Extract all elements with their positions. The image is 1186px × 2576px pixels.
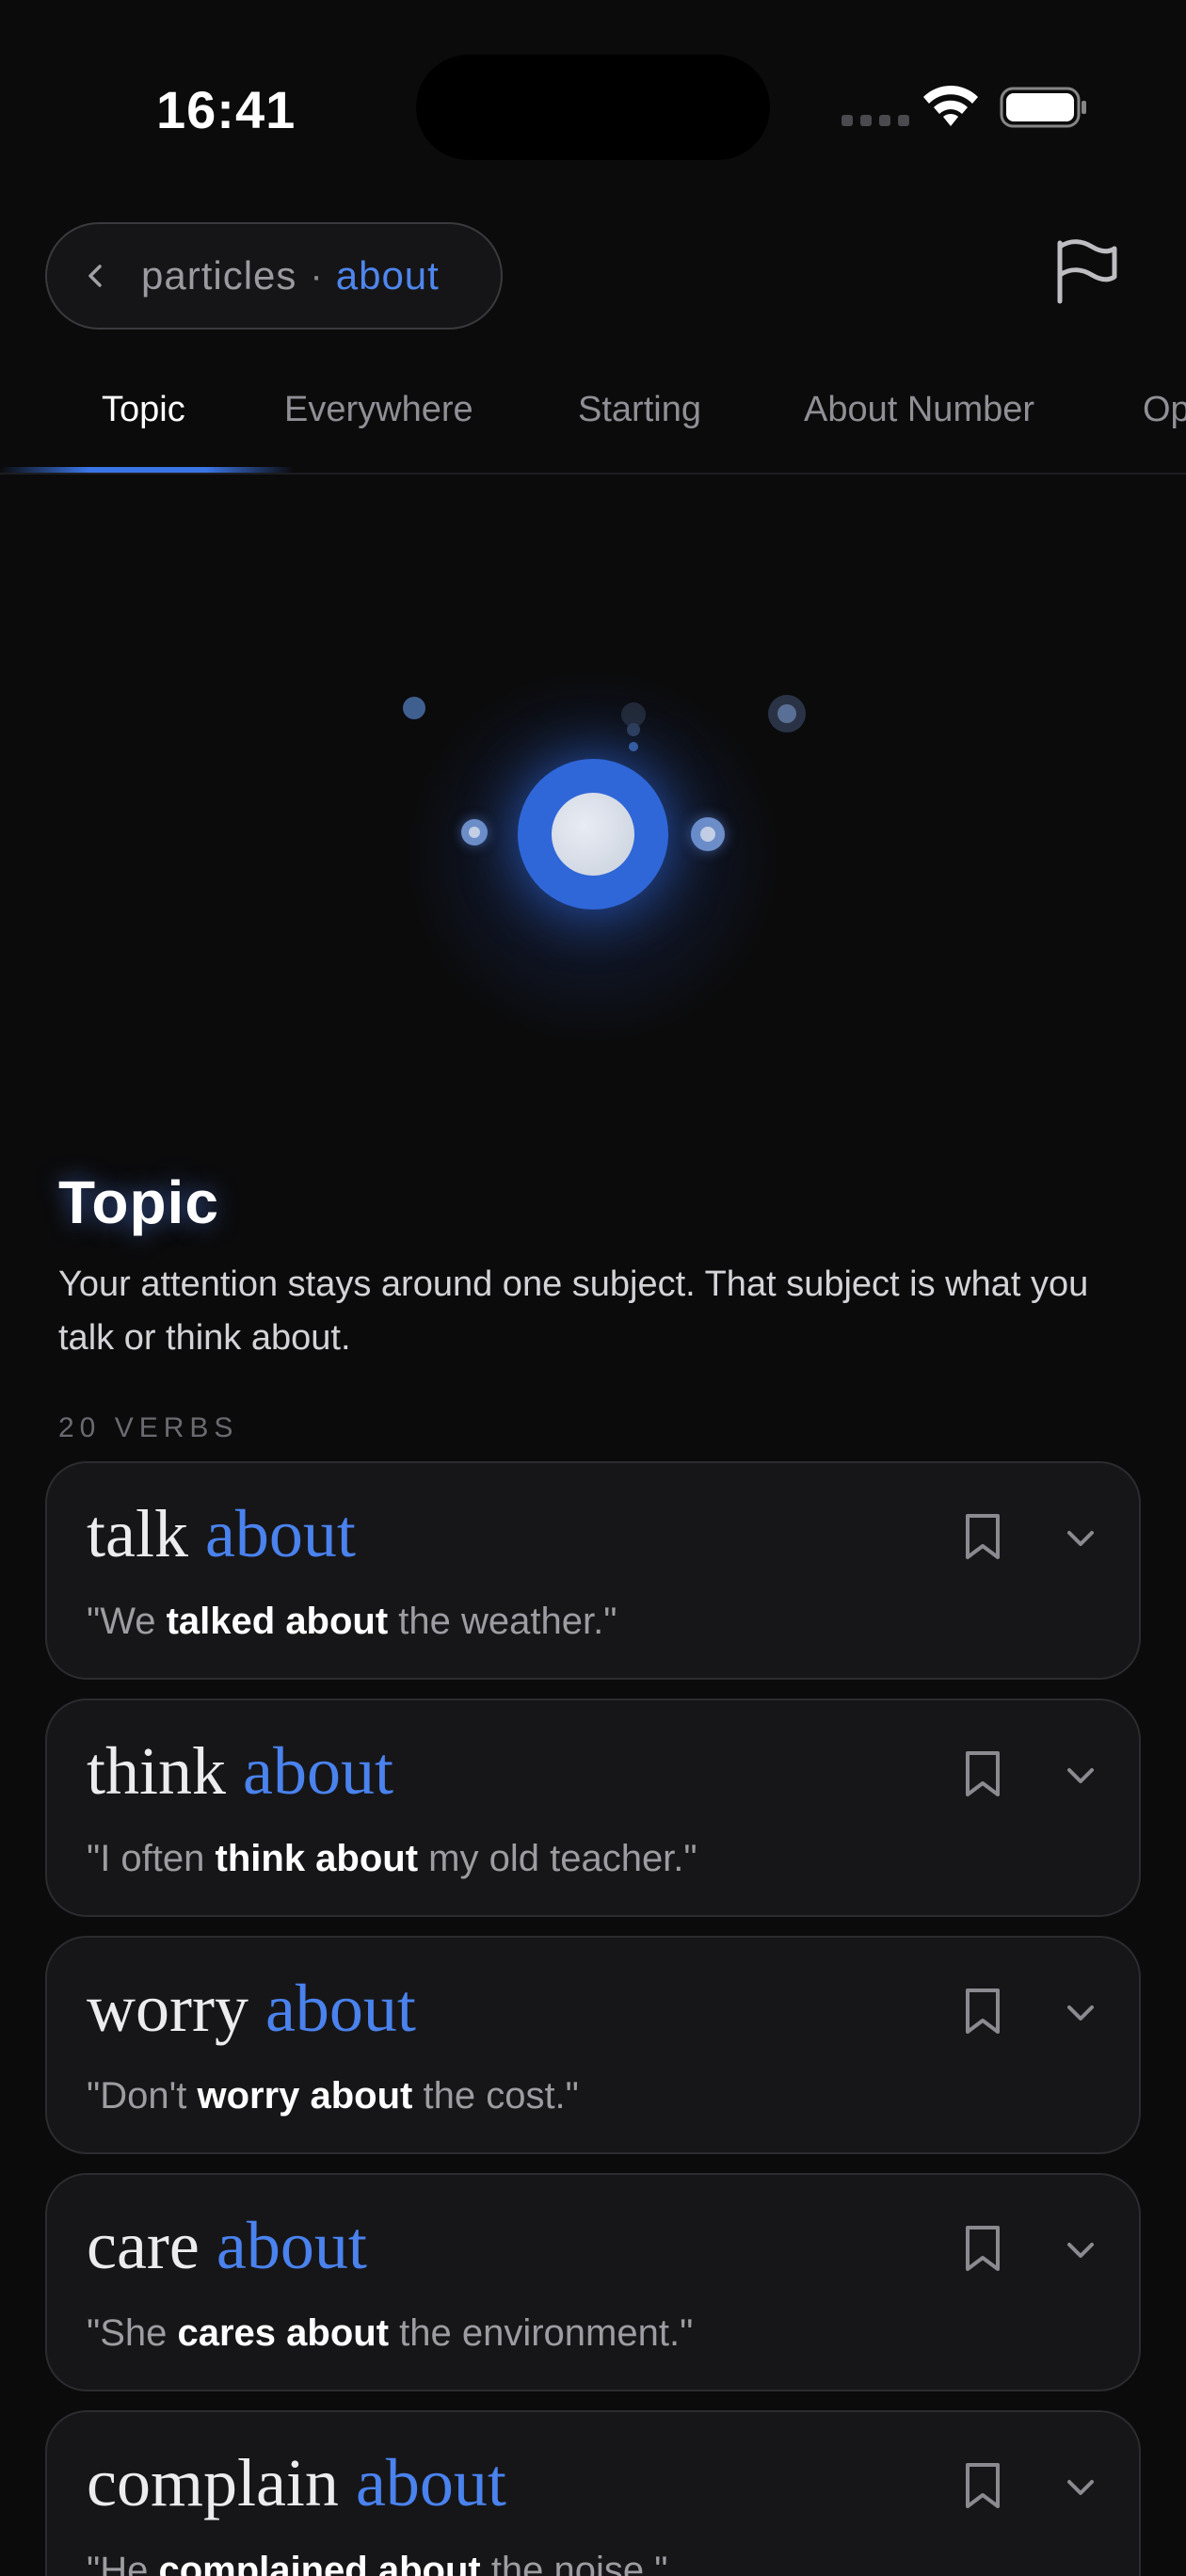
- example-text: the noise.": [480, 2550, 668, 2576]
- section-description: Your attention stays around one subject.…: [58, 1264, 1089, 1358]
- orbit-particle: [469, 827, 480, 838]
- example-sentence: "She cares about the environment.": [87, 2312, 693, 2355]
- verb-card[interactable]: worry about "Don't worry about the cost.…: [45, 1936, 1141, 2154]
- example-text: "Don't: [87, 2075, 198, 2117]
- particle-word: about: [243, 1733, 393, 1809]
- tab-bar: Topic Everywhere Starting About Number O…: [0, 377, 1186, 475]
- particle-word: about: [204, 1496, 356, 1571]
- orbit-particle: [629, 742, 638, 751]
- dynamic-island: [416, 55, 770, 160]
- orbit-particle: [627, 723, 640, 736]
- tab-starting[interactable]: Starting: [578, 390, 701, 430]
- breadcrumb-current: about: [335, 253, 440, 298]
- example-text: the cost.": [412, 2075, 579, 2117]
- verb-word: care: [87, 2208, 200, 2283]
- tab-op[interactable]: Op: [1143, 390, 1186, 430]
- wifi-icon: [923, 85, 978, 126]
- chevron-down-icon[interactable]: [1066, 1527, 1096, 1550]
- example-highlight: worry about: [197, 2075, 413, 2117]
- example-text: my old teacher.": [418, 1838, 697, 1879]
- section-title: Topic: [58, 1168, 219, 1236]
- chevron-left-icon: [88, 265, 102, 287]
- verb-card[interactable]: complain about "He complained about the …: [45, 2410, 1141, 2576]
- battery-icon: [1000, 87, 1086, 128]
- tab-topic[interactable]: Topic: [102, 390, 185, 430]
- orbit-particle: [777, 704, 796, 723]
- active-tab-indicator: [0, 467, 294, 473]
- verb-word: think: [87, 1733, 227, 1809]
- cellular-signal-icon: [841, 115, 909, 126]
- example-text: "He: [87, 2550, 159, 2576]
- app-screen: 16:41 particles · about Topic Everywhere…: [0, 0, 1186, 2576]
- verb-word: talk: [87, 1496, 188, 1571]
- breadcrumb-back-button[interactable]: particles · about: [45, 222, 503, 330]
- verb-phrase: care about: [87, 2207, 367, 2285]
- verb-phrase: think about: [87, 1732, 393, 1811]
- example-text: "We: [87, 1601, 167, 1642]
- verb-word: worry: [87, 1971, 248, 2046]
- status-time: 16:41: [156, 80, 296, 139]
- example-highlight: complained about: [158, 2550, 481, 2576]
- example-sentence: "We talked about the weather.": [87, 1601, 617, 1643]
- topic-illustration: [0, 527, 1186, 1130]
- example-sentence: "I often think about my old teacher.": [87, 1838, 697, 1880]
- verb-card[interactable]: think about "I often think about my old …: [45, 1699, 1141, 1917]
- verb-phrase: talk about: [87, 1495, 356, 1573]
- example-text: the weather.": [388, 1601, 617, 1642]
- particle-word: about: [216, 2208, 367, 2283]
- verb-phrase: complain about: [87, 2444, 506, 2522]
- example-sentence: "He complained about the noise.": [87, 2550, 667, 2576]
- particle-word: about: [355, 2445, 506, 2520]
- breadcrumb-separator: ·: [310, 254, 323, 297]
- bookmark-icon[interactable]: [964, 1749, 1002, 1798]
- chevron-down-icon[interactable]: [1066, 2239, 1096, 2262]
- example-sentence: "Don't worry about the cost.": [87, 2075, 579, 2117]
- verb-count-label: 20 VERBS: [58, 1412, 239, 1443]
- bookmark-icon[interactable]: [964, 2461, 1002, 2510]
- example-highlight: talked about: [166, 1601, 389, 1642]
- chevron-down-icon[interactable]: [1066, 2002, 1096, 2024]
- chevron-down-icon[interactable]: [1066, 2476, 1096, 2499]
- tab-about-number[interactable]: About Number: [804, 390, 1034, 430]
- status-bar: 16:41: [0, 0, 1186, 188]
- breadcrumb-parent: particles: [141, 253, 297, 298]
- example-highlight: cares about: [177, 2312, 390, 2354]
- particle-word: about: [264, 1971, 416, 2046]
- verb-card[interactable]: talk about "We talked about the weather.…: [45, 1461, 1141, 1680]
- verb-card[interactable]: care about "She cares about the environm…: [45, 2173, 1141, 2391]
- orbit-particle: [403, 697, 425, 719]
- tab-everywhere[interactable]: Everywhere: [284, 390, 473, 430]
- example-text: the environment.": [389, 2312, 694, 2354]
- bookmark-icon[interactable]: [964, 1987, 1002, 2036]
- orbit-particle: [700, 827, 715, 842]
- chevron-down-icon[interactable]: [1066, 1764, 1096, 1787]
- bookmark-icon[interactable]: [964, 1512, 1002, 1561]
- flag-icon[interactable]: [1039, 218, 1126, 328]
- example-text: "I often: [87, 1838, 216, 1879]
- bookmark-icon[interactable]: [964, 2224, 1002, 2273]
- example-highlight: think about: [215, 1838, 419, 1879]
- verb-phrase: worry about: [87, 1970, 416, 2048]
- verb-word: complain: [87, 2445, 339, 2520]
- example-text: "She: [87, 2312, 178, 2354]
- core-dot: [552, 793, 634, 876]
